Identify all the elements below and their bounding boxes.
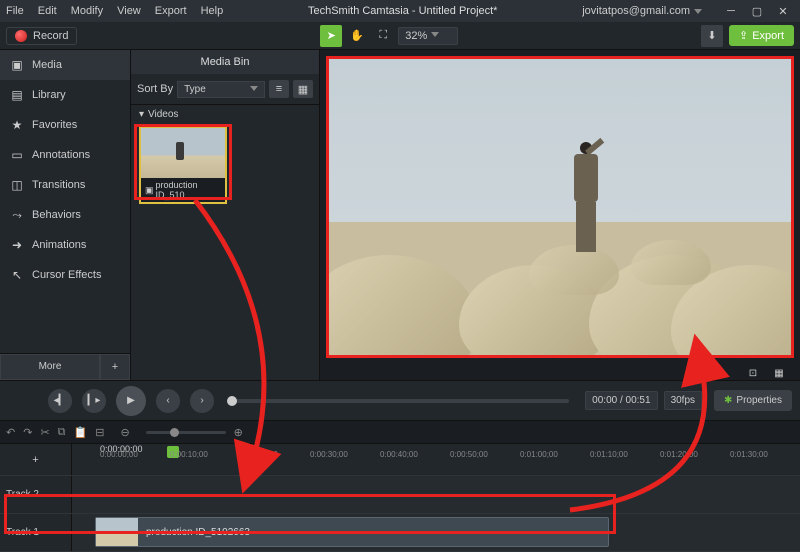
sidebar-item-transitions[interactable]: ◫Transitions bbox=[0, 170, 130, 200]
top-toolbar: Record ➤ ✋ ⛶ 32% ⬇ ⇪ Export bbox=[0, 22, 800, 50]
sidebar-item-cursor-effects[interactable]: ↖Cursor Effects bbox=[0, 260, 130, 290]
pointer-tool[interactable]: ➤ bbox=[320, 25, 342, 47]
library-icon: ▤ bbox=[10, 88, 24, 102]
sort-label: Sort By bbox=[137, 83, 173, 95]
add-track-button[interactable]: + bbox=[0, 444, 72, 475]
videos-section[interactable]: ▾ Videos bbox=[131, 105, 319, 124]
redo-button[interactable]: ↷ bbox=[23, 426, 32, 439]
hand-tool[interactable]: ✋ bbox=[346, 25, 368, 47]
maximize-button[interactable]: ▢ bbox=[746, 2, 768, 20]
export-button[interactable]: ⇪ Export bbox=[729, 25, 794, 46]
sidebar-item-library[interactable]: ▤Library bbox=[0, 80, 130, 110]
paste-button[interactable]: 📋 bbox=[74, 426, 88, 439]
star-icon: ★ bbox=[10, 118, 24, 132]
sort-dropdown[interactable]: Type bbox=[177, 81, 265, 98]
window-title: TechSmith Camtasia - Untitled Project* bbox=[223, 5, 582, 17]
close-button[interactable]: ✕ bbox=[772, 2, 794, 20]
undo-button[interactable]: ↶ bbox=[6, 426, 15, 439]
copy-button[interactable]: ⧉ bbox=[58, 426, 66, 439]
grid-view-button[interactable]: ▦ bbox=[293, 80, 313, 98]
behaviors-icon: ⤳ bbox=[10, 208, 24, 222]
sidebar-item-behaviors[interactable]: ⤳Behaviors bbox=[0, 200, 130, 230]
sidebar-item-favorites[interactable]: ★Favorites bbox=[0, 110, 130, 140]
cut-button[interactable]: ✂ bbox=[40, 426, 49, 439]
more-button[interactable]: More bbox=[0, 354, 100, 380]
animations-icon: ➜ bbox=[10, 238, 24, 252]
annotation-arrow-up bbox=[560, 350, 760, 530]
annotation-box-thumbnail bbox=[134, 124, 232, 200]
sidebar: ▣Media ▤Library ★Favorites ▭Annotations … bbox=[0, 50, 130, 380]
media-icon: ▣ bbox=[10, 58, 24, 72]
user-account[interactable]: jovitatpos@gmail.com bbox=[582, 5, 702, 17]
annotation-box-track bbox=[4, 494, 616, 534]
menu-export[interactable]: Export bbox=[155, 5, 187, 17]
menu-view[interactable]: View bbox=[117, 5, 141, 17]
annotations-icon: ▭ bbox=[10, 148, 24, 162]
minimize-button[interactable]: ─ bbox=[720, 2, 742, 20]
cursor-icon: ↖ bbox=[10, 268, 24, 282]
prev-frame-button[interactable]: ◂▎ bbox=[48, 389, 72, 413]
transitions-icon: ◫ bbox=[10, 178, 24, 192]
record-icon bbox=[15, 30, 27, 42]
play-button[interactable]: ▶ bbox=[116, 386, 146, 416]
annotation-arrow-down bbox=[175, 200, 295, 500]
step-back-button[interactable]: ▎▸ bbox=[82, 389, 106, 413]
titlebar: File Edit Modify View Export Help TechSm… bbox=[0, 0, 800, 22]
main-menu: File Edit Modify View Export Help bbox=[6, 5, 223, 17]
preview-canvas[interactable] bbox=[326, 56, 794, 358]
sidebar-item-animations[interactable]: ➜Animations bbox=[0, 230, 130, 260]
sidebar-item-annotations[interactable]: ▭Annotations bbox=[0, 140, 130, 170]
download-button[interactable]: ⬇ bbox=[701, 25, 723, 47]
sidebar-item-media[interactable]: ▣Media bbox=[0, 50, 130, 80]
menu-help[interactable]: Help bbox=[201, 5, 224, 17]
menu-file[interactable]: File bbox=[6, 5, 24, 17]
crop-tool[interactable]: ⛶ bbox=[372, 25, 394, 47]
add-button[interactable]: + bbox=[100, 354, 130, 380]
zoom-dropdown[interactable]: 32% bbox=[398, 27, 458, 45]
preview-panel: ⊡ ▦ bbox=[320, 50, 800, 380]
split-button[interactable]: ⊟ bbox=[95, 426, 104, 439]
grid-button[interactable]: ▦ bbox=[768, 362, 790, 384]
list-view-button[interactable]: ≡ bbox=[269, 80, 289, 98]
menu-edit[interactable]: Edit bbox=[38, 5, 57, 17]
record-button[interactable]: Record bbox=[6, 27, 77, 45]
media-bin-title: Media Bin bbox=[131, 50, 319, 74]
menu-modify[interactable]: Modify bbox=[71, 5, 103, 17]
